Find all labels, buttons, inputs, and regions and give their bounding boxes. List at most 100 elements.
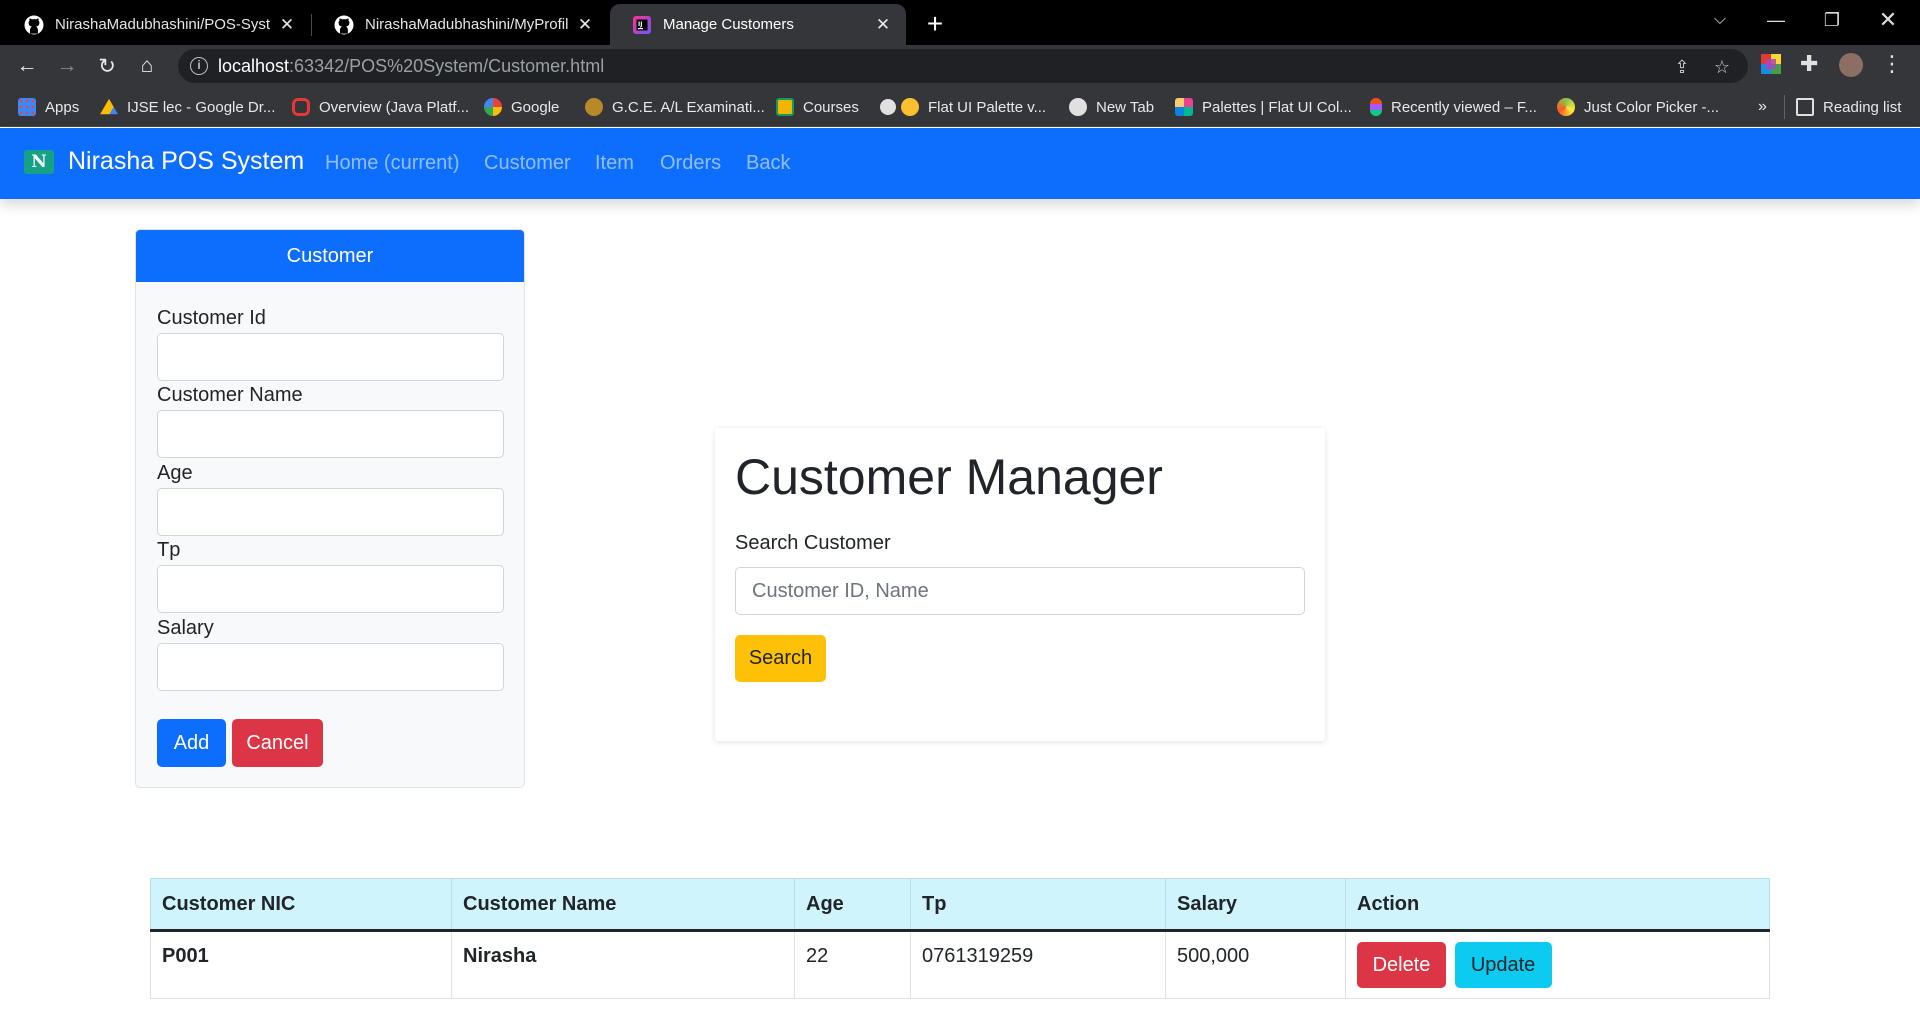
bookmark-ijse[interactable]: IJSE lec - Google Dr... [100,96,275,118]
cell-action: Delete Update [1345,930,1770,999]
tab-title: NirashaMadubhashini/POS-System [55,16,270,33]
customer-name-input[interactable] [157,410,504,458]
browser-tab[interactable]: NirashaMadubhashini/POS-System ✕ [2,4,310,45]
delete-button[interactable]: Delete [1357,942,1446,988]
brand-logo-icon: N [24,149,54,174]
bookmark-java-overview[interactable]: Overview (Java Platf... [292,96,469,118]
nav-link-item[interactable]: Item [595,152,634,175]
color-picker-icon [1557,98,1575,116]
cell-age: 22 [794,930,911,999]
close-icon[interactable]: ✕ [576,15,594,35]
nav-link-customer[interactable]: Customer [484,152,571,175]
bookmark-google[interactable]: Google [484,96,559,118]
table-header-row: Customer NIC Customer Name Age Tp Salary… [150,878,1770,932]
intellij-icon: IJ [632,15,652,35]
brand-name: Nirasha POS System [68,147,305,175]
column-header: Tp [910,878,1166,932]
browser-tab-active[interactable]: IJ Manage Customers ✕ [610,4,906,45]
info-icon[interactable]: i [190,57,208,75]
exam-seal-icon [585,98,603,116]
bookmarks-divider [1784,95,1785,119]
customer-manager-card: Customer Manager Search Customer Search [715,428,1325,741]
color-palette-extension-icon[interactable] [1760,53,1784,77]
bookmark-figma[interactable]: Recently viewed – F... [1370,96,1537,118]
extensions-puzzle-icon[interactable]: ✚ [1800,53,1824,77]
salary-input[interactable] [157,643,504,691]
salary-label: Salary [157,617,214,639]
browser-tab[interactable]: NirashaMadubhashini/MyProfile ✕ [312,4,608,45]
globe-icon [880,99,896,115]
bookmarks-bar: Apps IJSE lec - Google Dr... Overview (J… [0,87,1920,127]
close-icon[interactable]: ✕ [278,15,296,35]
column-header: Customer Name [451,878,795,932]
customer-id-label: Customer Id [157,307,266,329]
nav-link-home[interactable]: Home (current) [325,152,459,175]
cell-salary: 500,000 [1165,930,1346,999]
bookmark-apps[interactable]: Apps [18,96,79,118]
github-icon [334,15,354,35]
bookmark-palettes[interactable]: Palettes | Flat UI Col... [1175,96,1352,118]
profile-avatar[interactable] [1839,53,1863,77]
column-header: Age [794,878,911,932]
close-window-icon[interactable]: ✕ [1860,0,1916,40]
restore-icon[interactable]: ❐ [1804,0,1860,40]
home-icon[interactable]: ⌂ [132,51,162,81]
nav-link-orders[interactable]: Orders [660,152,721,175]
reading-list-icon [1796,98,1814,116]
nav-link-back[interactable]: Back [746,152,790,175]
bookmark-gce-exam[interactable]: G.C.E. A/L Examinati... [585,96,765,118]
column-header: Customer NIC [150,878,452,932]
minimize-icon[interactable]: — [1748,0,1804,40]
more-menu-icon[interactable]: ⋮ [1880,53,1904,77]
customer-table: Customer NIC Customer Name Age Tp Salary… [150,878,1770,999]
bookmark-flat-ui-palette[interactable]: Flat UI Palette v... [880,96,1046,118]
app-navbar: N Nirasha POS System Home (current) Cust… [0,128,1920,199]
globe-icon [1069,98,1087,116]
back-arrow-icon[interactable]: ← [12,51,42,81]
form-card-header: Customer [136,230,524,282]
reading-list-button[interactable]: Reading list [1796,96,1901,118]
customer-id-input[interactable] [157,333,504,381]
figma-icon [1370,98,1382,116]
search-input[interactable] [735,567,1305,615]
url-text[interactable]: localhost:63342/POS%20System/Customer.ht… [218,56,604,77]
svg-text:IJ: IJ [638,21,642,28]
cancel-button[interactable]: Cancel [232,719,323,767]
tab-title: Manage Customers [663,16,794,33]
cell-tp: 0761319259 [910,930,1166,999]
cell-name: Nirasha [451,930,795,999]
reload-icon[interactable]: ↻ [92,51,122,81]
google-drive-icon [100,98,118,115]
share-icon[interactable]: ⇪ [1671,56,1693,78]
bookmark-color-picker[interactable]: Just Color Picker -... [1557,96,1719,118]
palette-icon [1175,98,1193,116]
tab-search-chevron-icon[interactable]: ⌵ [1692,0,1748,40]
bookmarks-overflow-button[interactable]: » [1758,96,1767,118]
age-input[interactable] [157,488,504,536]
customer-form-card: Customer Customer Id Customer Name Age T… [135,229,525,788]
bookmark-new-tab[interactable]: New Tab [1069,96,1154,118]
forward-arrow-icon[interactable]: → [52,51,82,81]
github-icon [24,15,44,35]
new-tab-button[interactable]: + [917,7,953,43]
search-label: Search Customer [735,532,891,554]
search-button[interactable]: Search [735,635,826,682]
table-row: P001 Nirasha 22 0761319259 500,000 Delet… [150,930,1770,999]
tab-title: NirashaMadubhashini/MyProfile [365,16,568,33]
address-bar[interactable]: i localhost:63342/POS%20System/Customer.… [178,49,1748,83]
update-button[interactable]: Update [1454,942,1552,988]
classroom-icon [776,98,794,116]
bookmark-courses[interactable]: Courses [776,96,859,118]
navbar-brand[interactable]: N Nirasha POS System [24,147,304,176]
add-button[interactable]: Add [157,719,226,767]
tp-label: Tp [157,539,181,561]
age-label: Age [157,462,193,484]
star-icon[interactable]: ☆ [1711,56,1733,78]
close-icon[interactable]: ✕ [874,15,892,35]
cell-nic: P001 [150,930,452,999]
browser-tab-strip: NirashaMadubhashini/POS-System ✕ Nirasha… [0,0,1920,45]
tp-input[interactable] [157,565,504,613]
apps-grid-icon [18,98,36,116]
oracle-icon [292,98,310,116]
browser-toolbar: ← → ↻ ⌂ i localhost:63342/POS%20System/C… [0,45,1920,87]
